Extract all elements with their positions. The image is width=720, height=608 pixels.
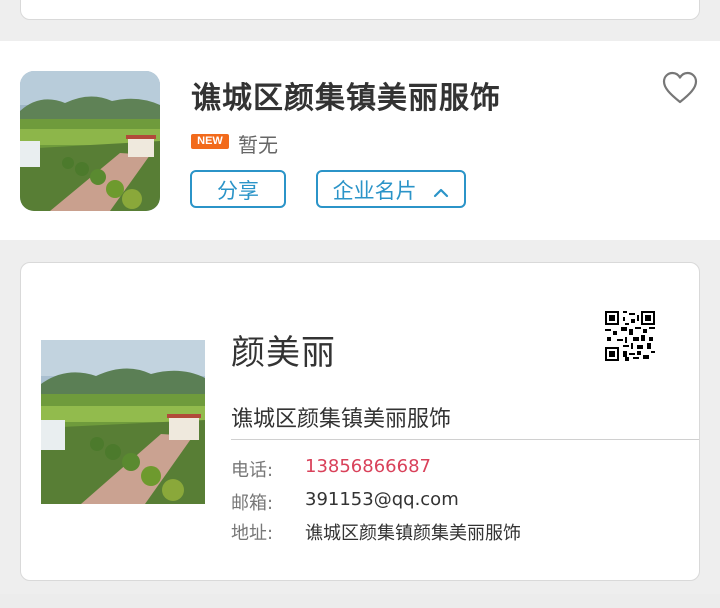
new-badge: NEW (191, 134, 229, 149)
card-company-name: 谯城区颜集镇美丽服饰 (231, 407, 452, 432)
divider (231, 439, 699, 440)
business-card-toggle-label: 企业名片 (332, 179, 417, 203)
previous-card (20, 0, 700, 20)
business-card-toggle-button[interactable]: 企业名片 (316, 170, 466, 208)
email-label: 邮箱: (231, 493, 274, 514)
phone-link[interactable]: 13856866687 (305, 456, 431, 477)
company-thumbnail[interactable] (20, 71, 160, 211)
contact-name: 颜美丽 (231, 333, 336, 373)
business-card: 颜美丽 谯城区颜集镇美丽服饰 电话: 13856866687 邮箱: 39115… (20, 262, 700, 581)
share-button[interactable]: 分享 (190, 170, 286, 208)
phone-label: 电话: (231, 460, 274, 481)
share-button-label: 分享 (217, 179, 259, 203)
company-header: 谯城区颜集镇美丽服饰 NEW 暂无 分享 企业名片 (0, 41, 720, 240)
email-value: 391153@qq.com (305, 489, 459, 510)
status-text: 暂无 (238, 133, 278, 157)
heart-outline-icon[interactable] (662, 71, 698, 105)
address-label: 地址: (231, 523, 274, 544)
business-card-photo (41, 340, 205, 504)
chevron-up-icon (433, 173, 449, 211)
company-name: 谯城区颜集镇美丽服饰 (191, 81, 501, 116)
bottom-divider (0, 594, 720, 608)
address-value: 谯城区颜集镇颜集美丽服饰 (305, 523, 521, 544)
qr-code-icon[interactable] (605, 311, 655, 361)
